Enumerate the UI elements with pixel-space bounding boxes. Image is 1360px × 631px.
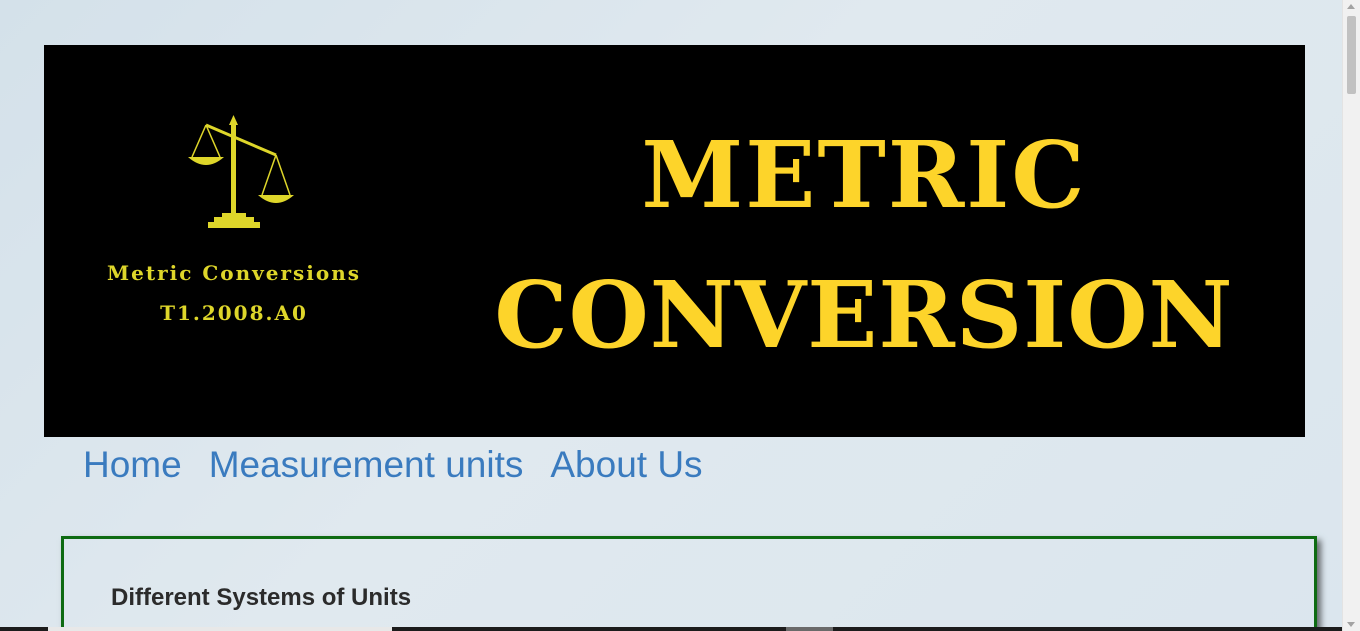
scroll-up-arrow-icon[interactable]	[1347, 4, 1355, 9]
scroll-down-arrow-icon[interactable]	[1347, 622, 1355, 627]
banner-title-line1: METRIC	[641, 121, 1087, 229]
logo-code: T1.2008.A0	[160, 301, 308, 325]
nav-link-measurement-units[interactable]: Measurement units	[209, 444, 524, 488]
header-banner: Metric Conversions T1.2008.A0 METRIC CON…	[44, 45, 1305, 437]
section-heading: Different Systems of Units	[111, 584, 412, 611]
banner-title-line2: CONVERSION	[494, 261, 1234, 369]
banner-title: METRIC CONVERSION	[484, 105, 1244, 385]
logo-name: Metric Conversions	[106, 261, 362, 285]
scales-of-justice-icon	[188, 115, 294, 228]
page: Metric Conversions T1.2008.A0 METRIC CON…	[0, 0, 1343, 631]
nav-link-about-us[interactable]: About Us	[550, 444, 702, 488]
taskbar-strip	[0, 627, 1343, 631]
site-logo[interactable]: Metric Conversions T1.2008.A0	[64, 115, 404, 335]
nav-link-home[interactable]: Home	[83, 444, 182, 488]
taskbar-item[interactable]	[786, 627, 833, 631]
taskbar-active-item[interactable]	[48, 627, 392, 631]
scrollbar-thumb[interactable]	[1347, 16, 1356, 94]
vertical-scrollbar[interactable]	[1342, 0, 1360, 631]
content-section: Different Systems of Units	[61, 536, 1317, 631]
main-nav: Home Measurement units About Us	[83, 444, 703, 488]
